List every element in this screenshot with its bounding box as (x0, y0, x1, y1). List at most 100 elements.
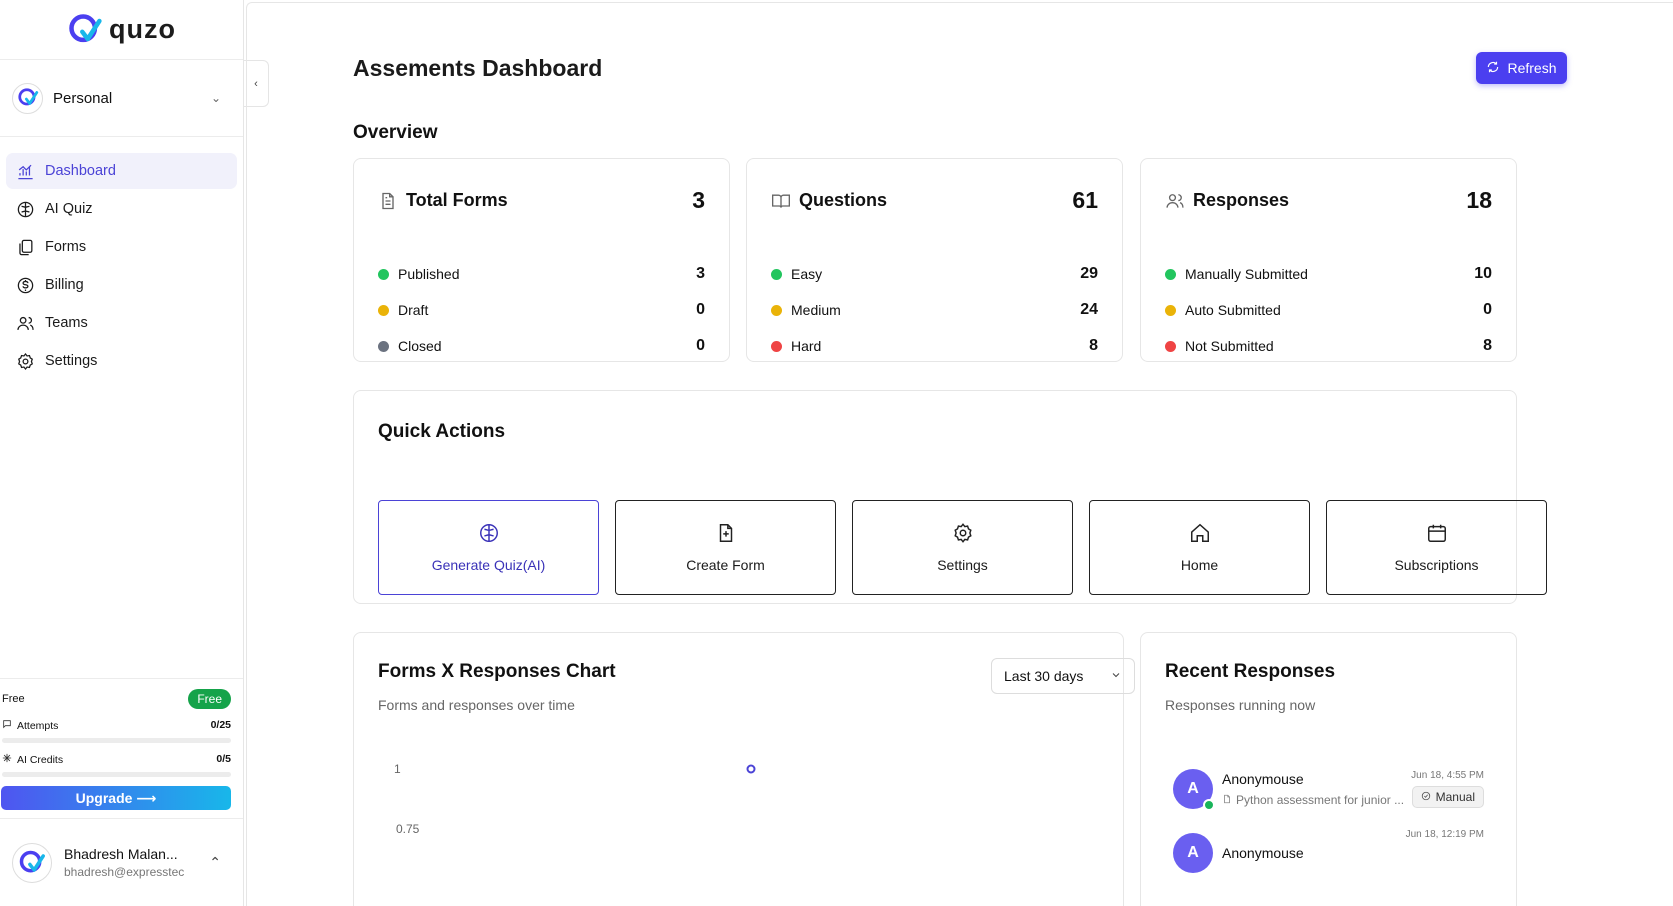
generate-quiz-button[interactable]: Generate Quiz(AI) (378, 500, 599, 595)
stat-value: 3 (692, 187, 705, 213)
stat-title: Responses (1193, 190, 1290, 210)
sidebar-item-billing[interactable]: Billing (6, 267, 237, 303)
chart-data-point[interactable] (746, 764, 756, 774)
refresh-label: Refresh (1507, 60, 1557, 76)
status-dot (771, 304, 782, 316)
sidebar-item-teams[interactable]: Teams (6, 305, 237, 341)
sidebar-item-label: Dashboard (45, 163, 116, 179)
stat-row: Published 3 (378, 256, 705, 292)
sidebar-item-label: Forms (45, 239, 87, 255)
stat-row: Manually Submitted 10 (1165, 256, 1492, 292)
attempts-usage: Attempts 0/25 (0, 719, 231, 743)
stat-row: Closed 0 (378, 328, 705, 364)
refresh-button[interactable]: Refresh (1476, 52, 1567, 84)
sparkle-icon (2, 753, 12, 766)
stat-row-value: 0 (696, 301, 705, 318)
recent-responses-card: Recent Responses Responses running now A… (1140, 632, 1517, 906)
stat-row-value: 0 (1483, 301, 1492, 318)
avatar-initial: A (1187, 780, 1199, 797)
stat-row-value: 10 (1474, 265, 1492, 282)
quick-actions-title: Quick Actions (378, 421, 506, 442)
brain-icon (478, 522, 500, 547)
stat-title: Questions (799, 190, 888, 210)
status-dot (378, 304, 389, 316)
plan-label: Free (2, 693, 25, 705)
attempts-label: Attempts (17, 719, 59, 732)
status-dot (378, 340, 389, 352)
list-item[interactable]: A Anonymouse Python assessment for junio… (1173, 759, 1484, 819)
chevron-down-icon (1110, 668, 1122, 684)
stat-row: Medium 24 (771, 292, 1098, 328)
sidebar-item-ai-quiz[interactable]: AI Quiz (6, 191, 237, 227)
user-name: Bhadresh Malan... (64, 846, 178, 862)
user-email: bhadresh@expresstec (64, 865, 185, 879)
status-badge-label: Manual (1435, 790, 1475, 804)
sidebar-item-settings[interactable]: Settings (6, 343, 237, 379)
book-icon (771, 191, 791, 211)
status-dot (1165, 340, 1176, 352)
stat-row-label: Published (398, 266, 460, 282)
create-form-button[interactable]: Create Form (615, 500, 836, 595)
sidebar-nav: Dashboard AI Quiz Forms Billing Teams Se… (0, 137, 243, 379)
stat-card-total-forms: Total Forms 3 Published 3 Draft 0 Closed… (353, 158, 730, 362)
sidebar-item-label: Teams (45, 315, 88, 331)
status-dot (771, 340, 782, 352)
status-badge: Manual (1411, 786, 1484, 808)
upgrade-button[interactable]: Upgrade ⟶ (1, 786, 231, 810)
home-icon (1189, 522, 1211, 547)
workspace-name: Personal (53, 89, 113, 107)
stat-value: 61 (1072, 187, 1098, 213)
stat-row-value: 8 (1483, 337, 1492, 354)
stat-row-value: 3 (696, 265, 705, 282)
ai-credits-label: AI Credits (17, 753, 64, 766)
workspace-switcher[interactable]: Personal ⌄ (0, 60, 243, 137)
sidebar-item-forms[interactable]: Forms (6, 229, 237, 265)
subscriptions-button[interactable]: Subscriptions (1326, 500, 1547, 595)
responder-name: Anonymouse (1222, 771, 1304, 787)
stat-row-label: Easy (791, 266, 823, 282)
user-menu[interactable]: Bhadresh Malan... bhadresh@expresstec ⌃ (0, 818, 243, 906)
brain-icon (15, 199, 35, 219)
stat-row: Not Submitted 8 (1165, 328, 1492, 364)
avatar-initial: A (1187, 844, 1199, 861)
sidebar-item-label: Billing (45, 277, 84, 293)
response-time: Jun 18, 12:19 PM (1405, 829, 1484, 840)
calendar-icon (1426, 522, 1448, 547)
date-range-select[interactable]: Last 30 days (991, 658, 1135, 694)
quzo-logo-icon (69, 13, 102, 42)
quick-action-label: Home (1180, 557, 1219, 573)
recent-subtitle: Responses running now (1165, 697, 1316, 713)
quick-action-label: Create Form (686, 557, 765, 573)
home-button[interactable]: Home (1089, 500, 1310, 595)
plan-usage-panel: Free Free Attempts 0/25 AI Credits 0/5 U… (0, 678, 243, 810)
plan-badge: Free (188, 689, 231, 709)
users-icon (1165, 191, 1185, 211)
files-icon (15, 237, 35, 257)
ai-credits-progress (2, 772, 231, 777)
quick-action-label: Subscriptions (1394, 557, 1479, 573)
forms-responses-chart-card: Forms X Responses Chart Forms and respon… (353, 632, 1135, 906)
status-dot (771, 268, 782, 280)
stat-value: 18 (1466, 187, 1492, 213)
brand-name: quzo (109, 14, 176, 44)
list-item[interactable]: A Anonymouse Jun 18, 12:19 PM (1173, 823, 1484, 883)
sidebar-item-label: AI Quiz (45, 201, 93, 217)
stat-row-label: Auto Submitted (1185, 302, 1281, 318)
users-icon (15, 313, 35, 333)
status-dot (1165, 268, 1176, 280)
y-tick-label: 0.75 (396, 822, 420, 836)
sidebar-item-dashboard[interactable]: Dashboard (6, 153, 237, 189)
avatar (12, 842, 52, 883)
stat-row-label: Not Submitted (1185, 338, 1274, 354)
file-plus-icon (715, 522, 737, 547)
settings-button[interactable]: Settings (852, 500, 1073, 595)
page-title: Assements Dashboard (353, 55, 603, 81)
chart-title: Forms X Responses Chart (378, 661, 616, 682)
form-name: Python assessment for junior ... (1236, 793, 1405, 807)
chart-plot-area: 1 0.75 (394, 762, 756, 836)
stat-row: Hard 8 (771, 328, 1098, 364)
sidebar: quzo Personal ⌄ Dashboard AI Quiz Forms … (0, 0, 244, 906)
stat-row-value: 8 (1089, 337, 1098, 354)
stat-card-responses: Responses 18 Manually Submitted 10 Auto … (1140, 158, 1517, 362)
brand-logo[interactable]: quzo (0, 0, 243, 60)
